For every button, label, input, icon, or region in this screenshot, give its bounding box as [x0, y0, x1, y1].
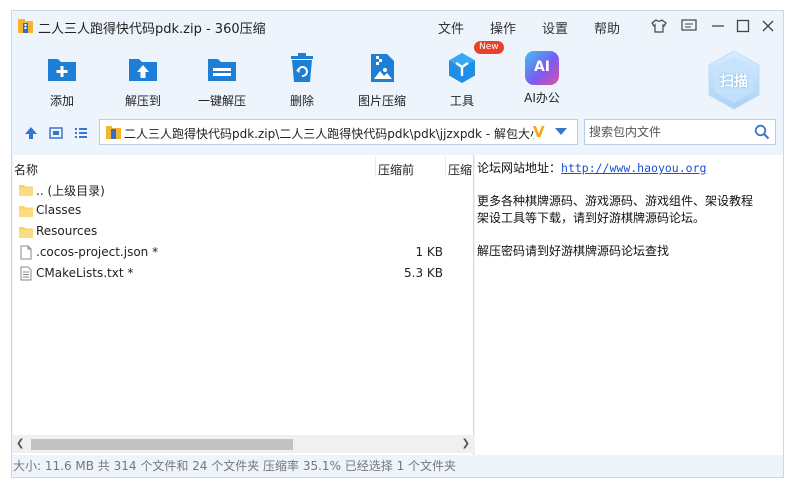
- file-name: Classes: [36, 203, 82, 217]
- v-logo-icon: V: [533, 123, 545, 141]
- image-compress-icon: [371, 54, 394, 82]
- menu-help[interactable]: 帮助: [594, 18, 620, 37]
- table-row[interactable]: .. (上级目录): [13, 179, 473, 200]
- add-label: 添加: [49, 94, 74, 108]
- file-icon: [20, 245, 32, 260]
- column-header-name[interactable]: 名称: [14, 161, 38, 178]
- menu-settings[interactable]: 设置: [542, 18, 568, 37]
- comment-line: 更多各种棋牌源码、游戏源码、游戏组件、架设教程: [477, 194, 754, 208]
- ai-office-label: AI办公: [524, 91, 560, 105]
- scrollbar-thumb[interactable]: [31, 439, 293, 450]
- horizontal-scrollbar[interactable]: ❮ ❯: [13, 435, 474, 453]
- window-title: 二人三人跑得快代码pdk.zip - 360压缩: [38, 22, 266, 37]
- table-row[interactable]: Resources: [13, 221, 473, 242]
- address-path: 二人三人跑得快代码pdk.zip\二人三人跑得快代码pdk\pdk\jjzxpd…: [124, 127, 534, 141]
- delete-label: 删除: [289, 94, 314, 108]
- image-compress-label: 图片压缩: [357, 94, 406, 108]
- message-icon[interactable]: [680, 17, 698, 35]
- file-name: .. (上级目录): [36, 184, 105, 198]
- skin-shirt-icon[interactable]: [650, 17, 668, 35]
- add-button[interactable]: 添加: [29, 47, 95, 109]
- ai-office-button[interactable]: AI AI办公: [509, 47, 575, 109]
- one-click-extract-label: 一键解压: [197, 94, 246, 108]
- extract-to-icon: [129, 59, 157, 81]
- file-name: Resources: [36, 224, 98, 238]
- minimize-icon[interactable]: [709, 17, 727, 35]
- column-separator[interactable]: [445, 157, 446, 177]
- address-dropdown-icon[interactable]: [555, 128, 567, 135]
- address-bar[interactable]: 二人三人跑得快代码pdk.zip\二人三人跑得快代码pdk\pdk\jjzxpd…: [99, 119, 578, 145]
- search-icon[interactable]: [754, 124, 770, 140]
- one-click-extract-icon: [208, 59, 236, 81]
- close-icon[interactable]: [759, 17, 777, 35]
- thumbnail-view-icon: [49, 127, 63, 139]
- column-header-original-size[interactable]: 压缩前: [378, 161, 414, 178]
- file-size: 1 KB: [415, 245, 443, 259]
- search-box: [584, 119, 776, 145]
- table-row[interactable]: .cocos-project.json * 1 KB: [13, 242, 473, 263]
- menu-file[interactable]: 文件: [438, 18, 464, 37]
- file-name: .cocos-project.json *: [36, 245, 159, 259]
- image-compress-button[interactable]: 图片压缩: [349, 47, 415, 109]
- folder-icon: [19, 185, 33, 196]
- comment-line: 架设工具等下载，请到好游棋牌源码论坛。: [477, 211, 706, 225]
- list-view-icon: [75, 128, 87, 138]
- file-size: 5.3 KB: [404, 266, 443, 280]
- delete-button[interactable]: 删除: [269, 47, 335, 109]
- tools-label: 工具: [449, 94, 474, 108]
- scan-button[interactable]: 扫描: [706, 49, 762, 111]
- column-separator[interactable]: [375, 157, 376, 177]
- text-file-icon: [20, 266, 32, 281]
- view-list-button[interactable]: [72, 124, 90, 142]
- trash-icon: [291, 53, 313, 82]
- folder-icon: [19, 227, 33, 238]
- column-header-compressed-size[interactable]: 压缩: [448, 161, 472, 178]
- up-arrow-icon: [25, 127, 37, 139]
- extract-to-button[interactable]: 解压到: [110, 47, 176, 109]
- archive-path-icon: [106, 126, 121, 139]
- tools-icon: [449, 53, 475, 83]
- extract-to-label: 解压到: [124, 94, 161, 108]
- scroll-right-icon[interactable]: ❯: [462, 438, 470, 449]
- tools-button[interactable]: 工具: [429, 47, 495, 109]
- folder-icon: [19, 206, 33, 217]
- forum-link[interactable]: http://www.haoyou.org: [561, 161, 706, 175]
- up-arrow-button[interactable]: [22, 124, 40, 142]
- archive-app-icon: [18, 19, 33, 33]
- archive-comment-panel: 论坛网站地址：http://www.haoyou.org 更多各种棋牌源码、游戏…: [475, 155, 783, 455]
- comment-line: 解压密码请到好游棋牌源码论坛查找: [477, 244, 670, 258]
- maximize-icon[interactable]: [734, 17, 752, 35]
- search-input[interactable]: [585, 120, 753, 144]
- file-list-panel: 名称 压缩前 压缩 .. (上级目录) Classes Resources .c…: [13, 155, 474, 455]
- scroll-left-icon[interactable]: ❮: [16, 438, 24, 449]
- menu-operation[interactable]: 操作: [490, 18, 516, 37]
- new-badge: New: [474, 41, 504, 54]
- comment-line: 论坛网站地址：http://www.haoyou.org: [477, 159, 706, 176]
- table-row[interactable]: CMakeLists.txt * 5.3 KB: [13, 263, 473, 284]
- add-icon: [48, 59, 76, 81]
- table-row[interactable]: Classes: [13, 200, 473, 221]
- comment-forum-label: 论坛网站地址：: [477, 161, 562, 175]
- app-window: 二人三人跑得快代码pdk.zip - 360压缩 文件 操作 设置 帮助 添加: [11, 10, 784, 478]
- one-click-extract-button[interactable]: 一键解压: [189, 47, 255, 109]
- ai-icon-text: AI: [533, 59, 551, 75]
- file-name: CMakeLists.txt *: [36, 266, 134, 280]
- scan-label: 扫描: [720, 74, 748, 90]
- status-bar: 大小: 11.6 MB 共 314 个文件和 24 个文件夹 压缩率 35.1%…: [13, 459, 457, 473]
- ai-office-icon: AI: [525, 51, 559, 85]
- view-thumbnail-button[interactable]: [47, 124, 65, 142]
- title-bar: 二人三人跑得快代码pdk.zip - 360压缩 文件 操作 设置 帮助: [12, 11, 783, 41]
